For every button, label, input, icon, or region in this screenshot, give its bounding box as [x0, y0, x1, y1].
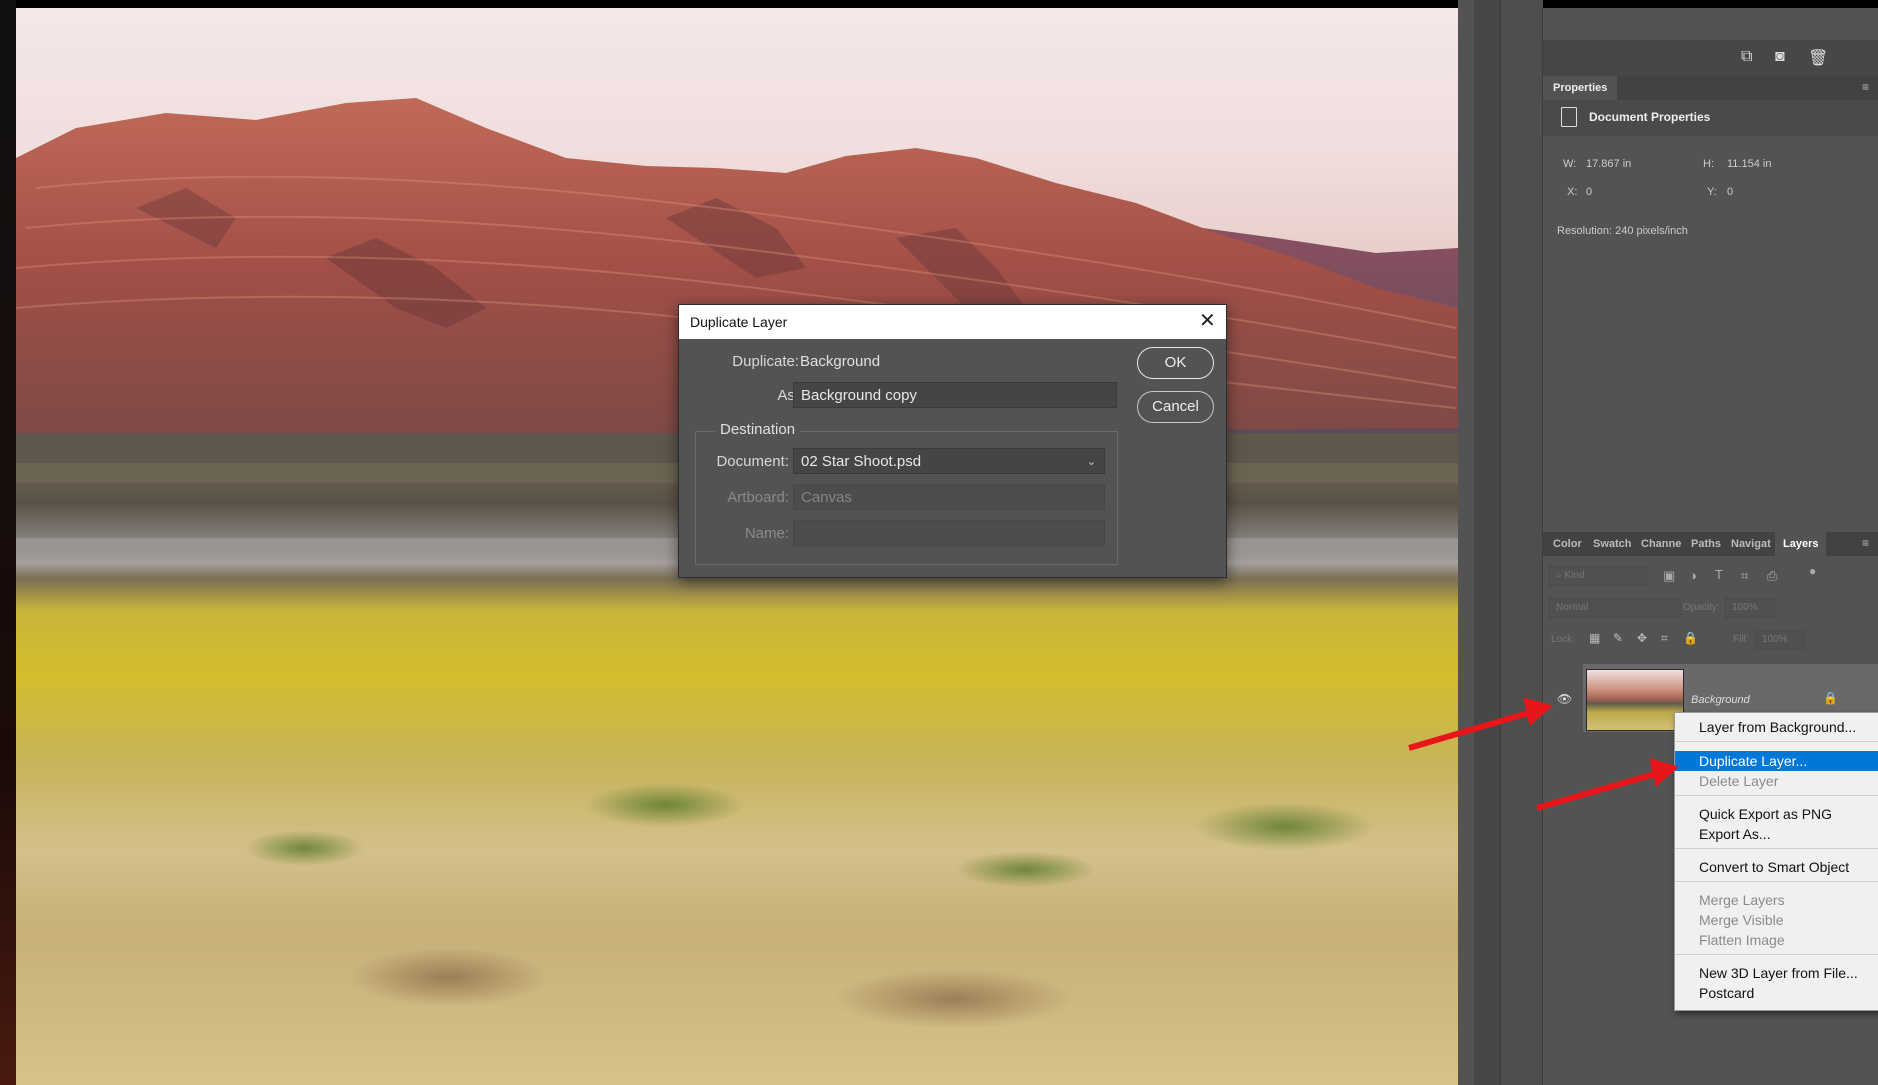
menu-item-export-as[interactable]: Export As...: [1675, 824, 1878, 844]
menu-separator: [1675, 741, 1878, 742]
lock-transparency-icon[interactable]: ▦: [1589, 631, 1600, 645]
layers-menu-icon[interactable]: ≡: [1862, 536, 1869, 550]
document-select[interactable]: 02 Star Shoot.psd ⌄: [793, 448, 1105, 474]
lock-artboard-icon[interactable]: ⌗: [1661, 631, 1668, 646]
left-edge: [0, 0, 16, 1085]
width-label: W:: [1563, 158, 1577, 170]
layer-name[interactable]: Background: [1691, 694, 1750, 706]
opacity-input[interactable]: 100%: [1725, 598, 1775, 618]
height-value[interactable]: 11.154 in: [1727, 158, 1771, 170]
image-filter-icon[interactable]: ▣: [1663, 568, 1675, 584]
y-value[interactable]: 0: [1727, 186, 1733, 198]
type-filter-icon[interactable]: T: [1715, 567, 1723, 582]
name-label: Name:: [744, 525, 789, 542]
properties-title: Document Properties: [1589, 110, 1711, 124]
destination-label: Destination: [715, 421, 801, 438]
menu-item-quick-export-png[interactable]: Quick Export as PNG: [1675, 804, 1878, 824]
document-select-value: 02 Star Shoot.psd: [801, 453, 922, 470]
height-label: H:: [1703, 158, 1714, 170]
tab-navigator[interactable]: Navigat: [1731, 532, 1771, 556]
cancel-button[interactable]: Cancel: [1137, 391, 1214, 423]
lock-label: Lock:: [1551, 634, 1575, 645]
tab-paths[interactable]: Paths: [1691, 532, 1721, 556]
menu-item-flatten-image[interactable]: Flatten Image: [1675, 930, 1878, 950]
y-label: Y:: [1707, 186, 1717, 198]
tab-swatches[interactable]: Swatch: [1593, 532, 1632, 556]
menu-separator: [1675, 954, 1878, 955]
menu-item-new-3d-layer[interactable]: New 3D Layer from File...: [1675, 963, 1878, 983]
kind-label: Kind: [1564, 570, 1585, 581]
lock-all-icon[interactable]: 🔒: [1683, 631, 1698, 645]
layers-tabbar: Color Swatch Channe Paths Navigat Layers…: [1543, 532, 1878, 556]
duplicate-value: Background: [800, 353, 881, 370]
close-icon[interactable]: ✕: [1199, 311, 1216, 331]
x-value[interactable]: 0: [1586, 186, 1592, 198]
filter-toggle-icon[interactable]: ●: [1809, 564, 1816, 578]
document-icon: [1561, 107, 1577, 127]
top-edge: [0, 0, 1878, 8]
document-properties-header: Document Properties: [1543, 100, 1878, 136]
artboard-select[interactable]: Canvas: [793, 484, 1105, 510]
tab-color[interactable]: Color: [1553, 532, 1582, 556]
menu-item-delete-layer[interactable]: Delete Layer: [1675, 771, 1878, 791]
menu-item-merge-layers[interactable]: Merge Layers: [1675, 890, 1878, 910]
fill-input[interactable]: 100%: [1755, 630, 1805, 650]
resolution-text: Resolution: 240 pixels/inch: [1557, 225, 1688, 237]
panel-dock-gutter: [1474, 0, 1500, 1085]
menu-item-convert-smart-object[interactable]: Convert to Smart Object: [1675, 857, 1878, 877]
opacity-label: Opacity:: [1683, 602, 1720, 613]
name-input[interactable]: [793, 520, 1105, 546]
document-label: Document:: [716, 453, 789, 470]
x-label: X:: [1567, 186, 1578, 198]
lock-pixels-icon[interactable]: ✎: [1613, 631, 1623, 645]
duplicate-label: Duplicate:: [732, 353, 799, 370]
properties-tabbar: Properties ≡: [1543, 76, 1878, 100]
dialog-title: Duplicate Layer: [690, 314, 788, 330]
panel-menu-icon[interactable]: ≡: [1862, 80, 1869, 94]
tab-layers[interactable]: Layers: [1775, 532, 1827, 556]
ok-button[interactable]: OK: [1137, 347, 1214, 379]
tab-properties[interactable]: Properties: [1543, 76, 1618, 100]
menu-item-postcard[interactable]: Postcard: [1675, 983, 1878, 1003]
eye-icon[interactable]: 👁: [1557, 692, 1572, 706]
collapsed-panel-dock: [1500, 0, 1543, 1085]
layer-context-menu: Layer from Background... Duplicate Layer…: [1674, 712, 1878, 1011]
kind-filter-select[interactable]: ⌕ Kind: [1549, 566, 1647, 586]
blend-mode-select[interactable]: Normal: [1549, 598, 1681, 618]
shape-filter-icon[interactable]: ⌗: [1741, 568, 1748, 584]
panel-toolbar: ⧉ ◙ 🗑: [1543, 40, 1878, 76]
menu-separator: [1675, 881, 1878, 882]
duplicate-layer-dialog: Duplicate Layer ✕ Duplicate: Background …: [678, 304, 1227, 578]
as-label: As:: [777, 387, 799, 404]
layer-filter-row: ⌕ Kind ▣ ◑ T ⌗ ⎙ ●: [1543, 562, 1878, 592]
camera-icon[interactable]: ◙: [1775, 48, 1785, 66]
menu-separator: [1675, 848, 1878, 849]
layer-thumbnail[interactable]: [1586, 669, 1684, 731]
width-value[interactable]: 17.867 in: [1586, 158, 1631, 170]
menu-separator: [1675, 795, 1878, 796]
lock-icon[interactable]: 🔒: [1823, 691, 1838, 705]
artboard-label: Artboard:: [727, 489, 789, 506]
trash-icon[interactable]: 🗑: [1808, 48, 1828, 68]
smart-filter-icon[interactable]: ⎙: [1767, 568, 1777, 584]
lock-position-icon[interactable]: ✥: [1637, 631, 1647, 645]
menu-item-duplicate-layer[interactable]: Duplicate Layer...: [1675, 751, 1878, 771]
scrollbar-gutter: [1458, 0, 1474, 1085]
fill-label: Fill:: [1733, 634, 1749, 645]
menu-item-layer-from-background[interactable]: Layer from Background...: [1675, 717, 1878, 737]
dialog-titlebar[interactable]: Duplicate Layer ✕: [679, 305, 1226, 339]
new-layer-icon[interactable]: ⧉: [1741, 48, 1752, 66]
as-input[interactable]: Background copy: [793, 382, 1117, 408]
blend-row: Normal Opacity: 100%: [1543, 594, 1878, 624]
chevron-down-icon: ⌄: [1086, 456, 1096, 468]
lock-row: Lock: ▦ ✎ ✥ ⌗ 🔒 Fill: 100%: [1543, 626, 1878, 656]
menu-item-merge-visible[interactable]: Merge Visible: [1675, 910, 1878, 930]
adjustment-filter-icon[interactable]: ◑: [1689, 568, 1697, 583]
tab-channels[interactable]: Channe: [1641, 532, 1681, 556]
